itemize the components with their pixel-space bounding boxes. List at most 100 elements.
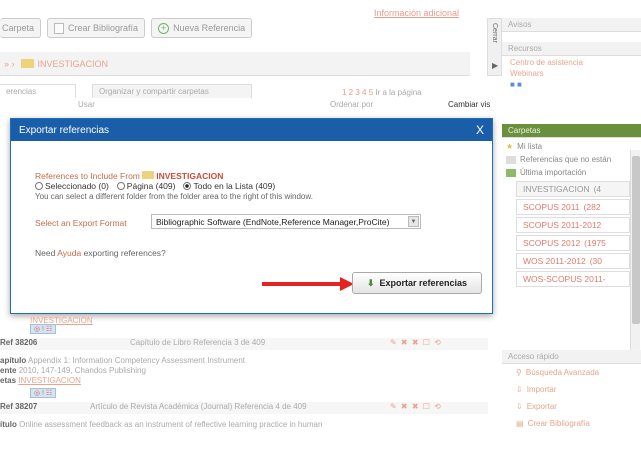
quick-label: Búsqueda Avanzada [525, 368, 600, 377]
document-icon [54, 22, 65, 34]
scroll-thumb[interactable] [632, 156, 640, 324]
toolbar: Carpeta Crear Bibliografía + Nueva Refere… [0, 16, 488, 40]
chevron-right-icon: ▶ [492, 61, 499, 70]
page-numbers[interactable]: 1 2 3 4 5 [342, 88, 373, 97]
row-type: Artículo de Revista Académica (Journal) … [90, 402, 307, 411]
quick-busqueda[interactable]: ⚲ Búsqueda Avanzada [502, 364, 641, 381]
field-key: apítulo [0, 356, 27, 365]
row-field: ítulo Online assessment feedback as an i… [0, 420, 322, 429]
tab-referencias[interactable]: erencias [0, 84, 76, 98]
centro-asistencia-link[interactable]: Centro de asistencia [502, 56, 641, 69]
folder-name: SCOPUS 2011-2012 [523, 220, 602, 230]
folder-icon [20, 59, 34, 68]
dialog-header: Exportar referencias X [11, 119, 492, 141]
table-row: Ref 38206 Capítulo de Libro Referencia 3… [0, 338, 488, 350]
folder-scrollbar[interactable] [630, 150, 640, 350]
radio-pagina-label: Página (409) [126, 181, 176, 191]
field-value: Online assessment feedback as an instrum… [19, 420, 323, 429]
include-prefix: References to Include From [35, 171, 140, 181]
nueva-referencia-button[interactable]: + Nueva Referencia [151, 18, 253, 38]
acceso-rapido-header[interactable]: Acceso rápido [502, 350, 641, 364]
folder-item[interactable]: WOS 2011-2012 (30 [516, 253, 630, 269]
need-suffix: exporting references? [83, 248, 166, 258]
recursos-header[interactable]: Recursos [502, 42, 641, 56]
export-format-select[interactable]: Bibliographic Software (EndNote,Referenc… [151, 214, 421, 229]
field-key: etas [0, 376, 17, 385]
folder-item[interactable]: WOS-SCOPUS 2011- [516, 271, 630, 287]
crear-bibliografia-button[interactable]: Crear Bibliografía [47, 18, 146, 38]
row-actions[interactable]: ✎ ✖ ✖ ☐ ⟲ [390, 402, 442, 411]
field-key: ente [0, 366, 17, 375]
quick-crear-bib[interactable]: ▤ Crear Bibliografía [502, 415, 641, 432]
import-icon [506, 168, 516, 177]
sidebar-item-milista[interactable]: ★ Mi lista [502, 140, 630, 153]
quick-importar[interactable]: ⇩ Importar [502, 381, 641, 398]
crear-bibliografia-label: Crear Bibliografía [68, 23, 139, 33]
close-icon[interactable]: X [476, 123, 484, 137]
dialog-title: Exportar referencias [19, 124, 110, 136]
social-icons[interactable]: ■ ■ [502, 80, 641, 91]
folder-name: WOS-SCOPUS 2011- [523, 274, 606, 284]
quick-label: Importar [526, 385, 557, 394]
radio-todo[interactable]: Todo en la Lista (409) [183, 181, 275, 191]
status-badge: ◎ ! ☷ [30, 324, 57, 334]
radio-dot-selected[interactable] [183, 182, 192, 190]
collapse-tab[interactable]: Cerrar ▶ [487, 18, 502, 76]
quick-label: Exportar [526, 402, 557, 411]
folder-name: INVESTIGACION [523, 184, 590, 194]
field-key: ítulo [0, 420, 17, 429]
download-icon: ⬇ [366, 277, 375, 288]
export-button-label: Exportar referencias [379, 278, 468, 288]
quick-exportar[interactable]: ⇩ Exportar [502, 398, 641, 415]
plus-icon: + [158, 22, 170, 34]
radio-dot[interactable] [116, 182, 125, 190]
ayuda-link[interactable]: Ayuda [57, 248, 81, 258]
folder-name: WOS 2011-2012 [523, 256, 586, 266]
webinars-link[interactable]: Webinars [502, 69, 641, 80]
row-field: etas INVESTIGACION [0, 376, 81, 385]
info-adicional-link[interactable]: Información adicional [374, 8, 459, 18]
sidebar-item-refs-no[interactable]: Referencias que no están [502, 153, 630, 166]
acceso-rapido-panel: Acceso rápido ⚲ Búsqueda Avanzada ⇩ Import… [502, 350, 641, 432]
row-id: Ref 38206 [0, 338, 38, 347]
row-field: apítulo Appendix 1: Information Competen… [0, 356, 245, 365]
field-value: Appendix 1: Information Competency Asses… [28, 356, 245, 365]
chevron-down-icon[interactable]: ▼ [408, 216, 419, 227]
app-window: Carpeta Crear Bibliografía + Nueva Refere… [0, 0, 641, 451]
folder-item[interactable]: SCOPUS 2011 (282 [516, 199, 630, 215]
pager-suffix: Ir a la página [375, 88, 422, 97]
folder-count: (4 [593, 184, 602, 194]
folder-item[interactable]: SCOPUS 2011-2012 [516, 217, 630, 233]
carpetas-panel: Carpetas [502, 124, 641, 138]
status-icons: ◎ ! ☷ [30, 324, 57, 334]
folder-breadcrumb: » › INVESTIGACION [0, 52, 470, 76]
carpeta-button-label: Carpeta [2, 23, 35, 33]
tab-organizar[interactable]: Organizar y compartir carpetas [92, 84, 252, 98]
import-icon: ⇩ [516, 385, 523, 394]
star-icon: ★ [506, 142, 514, 151]
radio-pagina[interactable]: Página (409) [116, 181, 176, 191]
col-ordenar: Ordenar por [330, 100, 374, 109]
recursos-panel: Recursos Centro de asistencia Webinars ■… [502, 42, 641, 91]
folder-item[interactable]: INVESTIGACION (4 [516, 181, 630, 197]
sidebar-item-ultima[interactable]: Última importación [502, 166, 630, 179]
refs-no-label: Referencias que no están [520, 155, 612, 164]
folder-hint: You can select a different folder from t… [35, 192, 313, 201]
folder-item[interactable]: SCOPUS 2012 (1975 [516, 235, 630, 251]
folder-icon [142, 171, 155, 179]
field-value-link[interactable]: INVESTIGACION [18, 376, 81, 385]
radio-seleccionado[interactable]: Seleccionado (0) [35, 181, 109, 191]
row-actions[interactable]: ✎ ✖ ✖ ☐ ⟲ [390, 338, 442, 347]
carpetas-header[interactable]: Carpetas [502, 124, 641, 138]
folder-count: (1975 [584, 238, 606, 248]
radio-dot[interactable] [35, 182, 43, 190]
include-radio-group: Seleccionado (0) Página (409) Todo en la… [35, 181, 275, 191]
include-from-line: References to Include From INVESTIGACION [35, 171, 223, 181]
folder-name: SCOPUS 2012 [523, 238, 581, 248]
export-button[interactable]: ⬇ Exportar referencias [352, 272, 482, 294]
export-icon: ⇩ [516, 402, 523, 411]
avisos-header[interactable]: Avisos [502, 18, 641, 32]
format-label: Select an Export Format [35, 218, 127, 228]
row-id: Ref 38207 [0, 402, 38, 411]
carpeta-button[interactable]: Carpeta [0, 18, 42, 38]
